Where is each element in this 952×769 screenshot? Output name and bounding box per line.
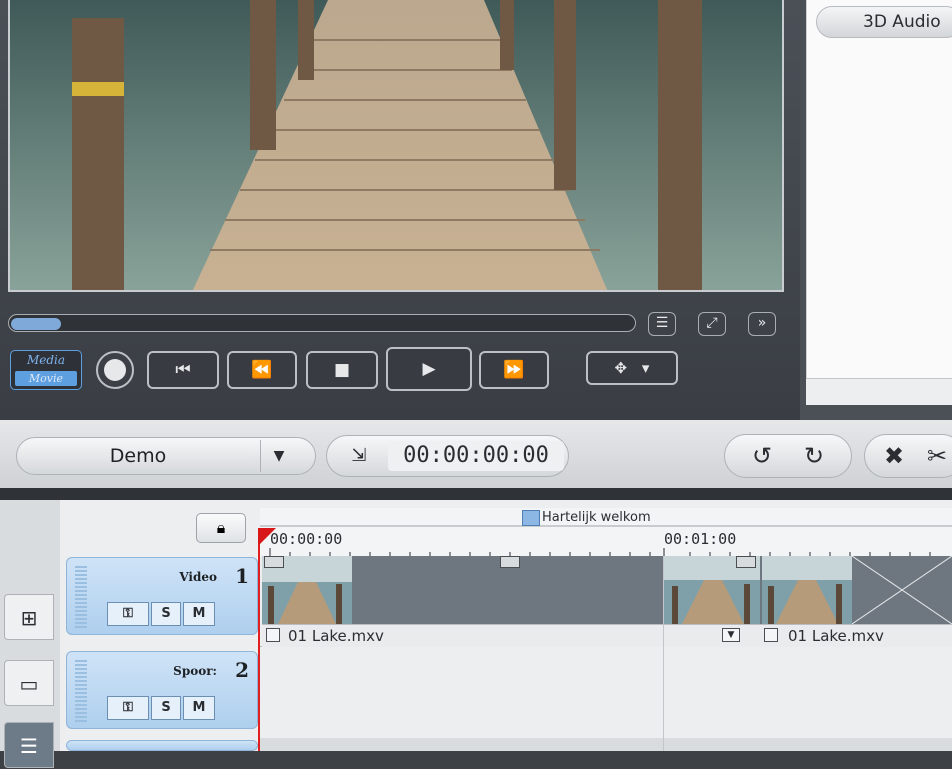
fast-forward-button[interactable]: ⏩: [479, 351, 549, 389]
chevrons-down-icon[interactable]: »: [748, 312, 776, 336]
track-number: 1: [235, 564, 249, 588]
transition-cross: [852, 556, 952, 624]
clip-thumbnail: [762, 556, 852, 624]
export-icon[interactable]: ⇲: [340, 443, 378, 469]
track-2-lane[interactable]: [260, 648, 952, 738]
list-icon[interactable]: ☰: [648, 312, 676, 336]
seek-thumb[interactable]: [11, 318, 61, 330]
scene-icon: ✥: [614, 359, 628, 377]
movie-label: Movie: [15, 371, 77, 386]
clip-handle[interactable]: [500, 556, 520, 568]
ruler-label-start: 00:00:00: [270, 530, 343, 548]
timeline-view-tab[interactable]: ☰: [4, 722, 54, 768]
playhead[interactable]: [258, 528, 260, 751]
lock-icon[interactable]: 🔒︎: [196, 513, 246, 543]
timeline-divider[interactable]: [0, 488, 952, 500]
project-name: Demo: [109, 445, 167, 467]
clip-name-bar[interactable]: 01 Lake.mxv: [262, 624, 663, 647]
lock-icon[interactable]: ⚿: [107, 696, 149, 720]
marker-label[interactable]: Hartelijk welkom: [542, 510, 651, 525]
marker-flag-icon[interactable]: [522, 510, 540, 526]
media-movie-toggle[interactable]: Media Movie: [10, 350, 82, 390]
rewind-button[interactable]: ⏪: [227, 351, 297, 389]
track-header-1[interactable]: Video 1 ⚿ S M: [66, 557, 258, 635]
stop-button[interactable]: ■: [306, 351, 378, 389]
scissors-icon[interactable]: ✂: [922, 434, 952, 478]
clip-name: 01 Lake.mxv: [788, 627, 884, 645]
clip-handle[interactable]: [736, 556, 756, 568]
ruler-label-mid: 00:01:00: [664, 530, 737, 548]
track-name: Video: [179, 570, 217, 584]
delete-icon[interactable]: ✖: [874, 434, 914, 478]
track-grip[interactable]: [75, 660, 87, 724]
chevron-down-icon[interactable]: ▼: [260, 440, 297, 472]
clip-checkbox[interactable]: [266, 628, 280, 642]
clip-name-bar[interactable]: ▼ 01 Lake.mxv: [664, 624, 952, 647]
clip-name: 01 Lake.mxv: [288, 627, 384, 645]
track-grip[interactable]: [75, 566, 87, 630]
track-header-2[interactable]: Spoor: 2 ⚿ S M: [66, 651, 258, 729]
scene-view-tab[interactable]: ▭: [4, 660, 54, 706]
solo-button[interactable]: S: [151, 696, 181, 720]
play-button[interactable]: ▶: [386, 347, 472, 391]
track-3-lane[interactable]: [260, 738, 952, 751]
track-name: Spoor:: [173, 664, 217, 678]
seek-bar[interactable]: [8, 314, 636, 332]
chevron-down-icon: ▾: [641, 359, 650, 377]
clip-handle[interactable]: [264, 556, 284, 568]
video-clip[interactable]: [262, 556, 663, 624]
go-to-start-button[interactable]: ⏮: [147, 351, 219, 389]
lock-icon[interactable]: ⚿: [107, 602, 149, 626]
right-panel-content: [806, 0, 952, 404]
mute-button[interactable]: M: [183, 696, 215, 720]
scene-dropdown[interactable]: ✥ ▾: [586, 351, 678, 385]
preview-video-frame: [8, 0, 784, 292]
chevron-down-icon[interactable]: ▼: [722, 628, 740, 642]
mute-button[interactable]: M: [183, 602, 215, 626]
record-button[interactable]: [96, 351, 134, 389]
right-panel-footer: [806, 378, 952, 405]
cut-line: [663, 556, 664, 751]
timecode-display[interactable]: 00:00:00:00: [388, 441, 564, 471]
playhead-handle[interactable]: [258, 528, 276, 546]
media-label: Media: [26, 353, 66, 367]
fullscreen-icon[interactable]: ⤢: [698, 312, 726, 336]
undo-icon[interactable]: ↺: [740, 434, 784, 478]
solo-button[interactable]: S: [151, 602, 181, 626]
redo-icon[interactable]: ↻: [792, 434, 836, 478]
clip-checkbox[interactable]: [764, 628, 778, 642]
3d-audio-button[interactable]: 3D Audio: [816, 6, 952, 38]
video-clip[interactable]: [664, 556, 952, 624]
storyboard-view-tab[interactable]: ⊞: [4, 594, 54, 640]
track-number: 2: [235, 658, 249, 682]
track-header-3[interactable]: [66, 740, 258, 751]
